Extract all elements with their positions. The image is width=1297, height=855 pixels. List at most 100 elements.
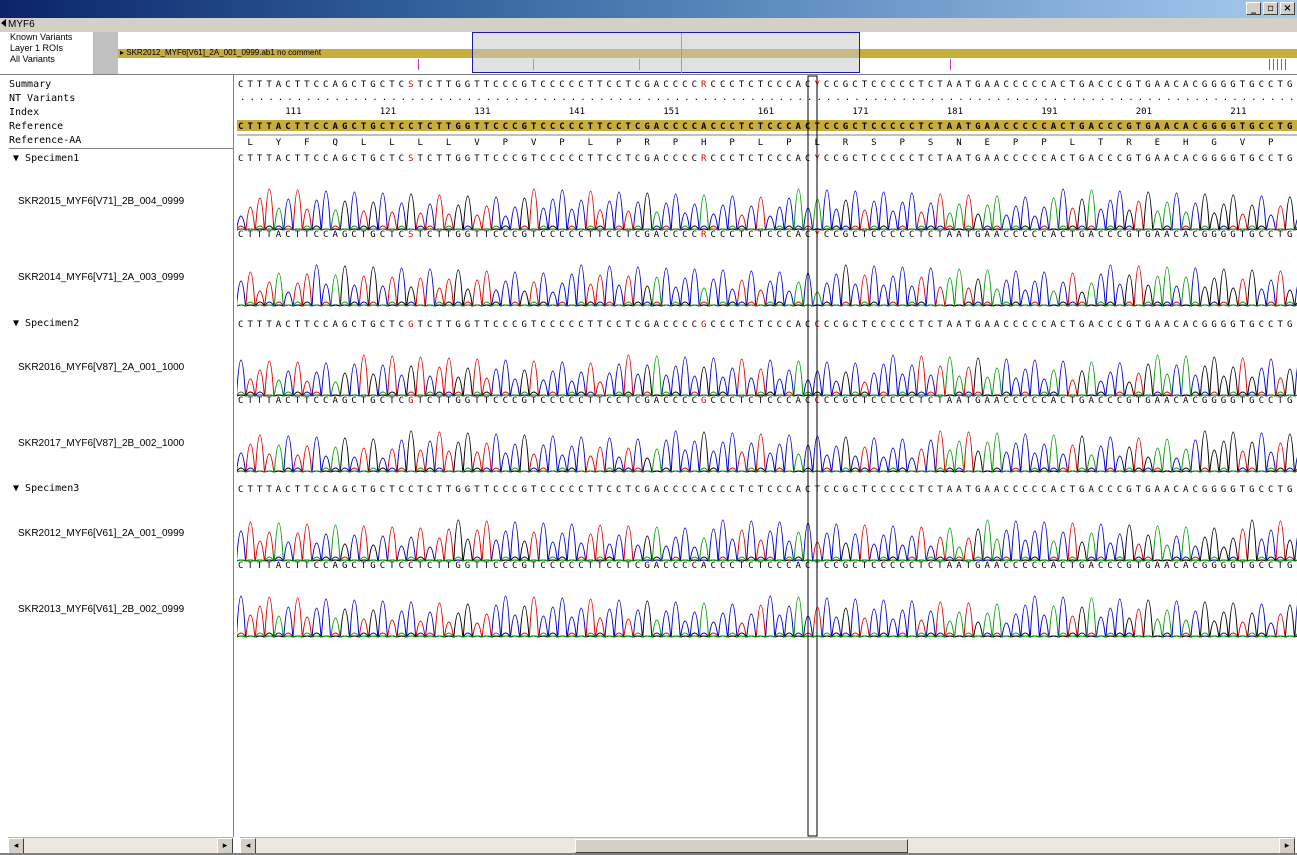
read-base: G xyxy=(1230,561,1235,571)
variant-tick[interactable] xyxy=(418,59,419,70)
read-base: G xyxy=(1221,396,1226,406)
nt-variant-dot: . xyxy=(335,93,340,103)
reference-base: T xyxy=(295,122,301,132)
overview-view-window[interactable] xyxy=(472,32,860,73)
specimen-header[interactable]: ▼ Specimen2 xyxy=(13,318,79,329)
read-base: C xyxy=(767,230,772,240)
summary-base: C xyxy=(314,80,319,90)
read-base: C xyxy=(890,485,895,495)
read-base: A xyxy=(1051,561,1057,571)
read-base: C xyxy=(578,396,583,406)
main-hscrollbar[interactable]: ◂ ▸ xyxy=(240,837,1295,854)
left-hscrollbar[interactable]: ◂ ▸ xyxy=(8,837,233,854)
scroll-left-button[interactable]: ◂ xyxy=(8,838,24,854)
read-base: C xyxy=(1259,320,1264,330)
sequence-view[interactable]: CTTTACTTCCAGCTGCTCSTCTTGGTTCCCGTCCCCCTTC… xyxy=(237,75,1297,837)
read-base: C xyxy=(503,485,508,495)
amino-acid: L xyxy=(418,138,423,148)
read-name[interactable]: SKR2012_MYF6[V61]_2A_001_0999 xyxy=(18,528,184,539)
read-base: C xyxy=(1117,396,1122,406)
read-base: G xyxy=(342,154,347,164)
read-base: C xyxy=(720,396,725,406)
read-base: C xyxy=(928,230,933,240)
read-base: T xyxy=(484,396,490,406)
read-base: A xyxy=(947,396,953,406)
restore-button[interactable]: ▫ xyxy=(1263,2,1278,15)
reference-base: G xyxy=(522,122,527,132)
variant-tick[interactable] xyxy=(950,59,951,70)
nt-variant-dot: . xyxy=(486,93,491,103)
reference-base: C xyxy=(1060,122,1065,132)
read-name[interactable]: SKR2013_MYF6[V61]_2B_002_0999 xyxy=(18,604,184,615)
collapse-arrow-icon[interactable] xyxy=(1,19,6,27)
read-base: C xyxy=(786,396,791,406)
read-base: G xyxy=(1287,230,1292,240)
variant-tick[interactable] xyxy=(1269,59,1270,70)
scroll-thumb[interactable] xyxy=(575,839,908,853)
close-button[interactable]: × xyxy=(1280,2,1295,15)
read-base: T xyxy=(597,230,603,240)
amino-acid: P xyxy=(1268,138,1274,148)
read-base: C xyxy=(1174,230,1179,240)
sequence-panel[interactable]: CTTTACTTCCAGCTGCTCSTCTTGGTTCCCGTCCCCCTTC… xyxy=(237,75,1297,837)
read-base: C xyxy=(729,230,734,240)
nt-variants-row-label: NT Variants xyxy=(9,93,76,104)
reference-base: G xyxy=(975,122,980,132)
scroll-right-button[interactable]: ▸ xyxy=(217,838,233,854)
read-base: C xyxy=(881,154,886,164)
read-name[interactable]: SKR2014_MYF6[V71]_2A_003_0999 xyxy=(18,272,184,283)
read-base: C xyxy=(314,396,319,406)
nt-variant-dot: . xyxy=(864,93,869,103)
read-name[interactable]: SKR2015_MYF6[V71]_2B_004_0999 xyxy=(18,196,184,207)
summary-base: C xyxy=(238,80,243,90)
read-base: T xyxy=(295,396,301,406)
scroll-left-button[interactable]: ◂ xyxy=(240,838,256,854)
read-base: C xyxy=(607,561,612,571)
read-base: C xyxy=(493,230,498,240)
summary-base: C xyxy=(720,80,725,90)
nt-variant-dot: . xyxy=(845,93,850,103)
read-base: T xyxy=(446,396,452,406)
scroll-right-button[interactable]: ▸ xyxy=(1279,838,1295,854)
nt-variant-dot: . xyxy=(353,93,358,103)
read-base: C xyxy=(569,396,574,406)
read-base: C xyxy=(1041,396,1046,406)
read-base: C xyxy=(881,485,886,495)
read-name[interactable]: SKR2017_MYF6[V87]_2B_002_1000 xyxy=(18,438,184,449)
nt-variant-dot: . xyxy=(325,93,330,103)
read-base: T xyxy=(758,230,764,240)
read-base: T xyxy=(758,396,764,406)
reference-aa-row-label: Reference-AA xyxy=(9,135,82,146)
reference-base: C xyxy=(871,122,876,132)
minimize-button[interactable]: _ xyxy=(1246,2,1261,15)
read-base: C xyxy=(824,320,829,330)
read-base: A xyxy=(985,396,991,406)
read-base: C xyxy=(682,485,687,495)
read-base: T xyxy=(918,154,924,164)
read-base: C xyxy=(399,230,404,240)
read-base: T xyxy=(247,561,253,571)
read-name[interactable]: SKR2016_MYF6[V87]_2A_001_1000 xyxy=(18,362,184,373)
summary-base: T xyxy=(625,80,631,90)
variant-tick[interactable] xyxy=(1281,59,1282,70)
reference-base: T xyxy=(361,122,367,132)
read-base: C xyxy=(1174,320,1179,330)
variant-tick[interactable] xyxy=(1277,59,1278,70)
summary-row-label: Summary xyxy=(9,79,52,90)
reference-base: A xyxy=(1089,122,1095,132)
amino-acid: T xyxy=(1098,138,1104,148)
variant-tick[interactable] xyxy=(1285,59,1286,70)
specimen-header[interactable]: ▼ Specimen3 xyxy=(13,483,79,494)
summary-base: R xyxy=(701,80,707,90)
specimen-header[interactable]: ▼ Specimen1 xyxy=(13,153,79,164)
variant-tick[interactable] xyxy=(1273,59,1274,70)
nt-variant-dot: . xyxy=(930,93,935,103)
amino-acid: P xyxy=(786,138,792,148)
read-base: T xyxy=(1278,320,1284,330)
read-base: G xyxy=(455,561,460,571)
read-base: G xyxy=(522,396,527,406)
read-base: C xyxy=(663,485,668,495)
read-base: A xyxy=(333,230,339,240)
read-base: T xyxy=(1240,320,1246,330)
nt-variant-dot: . xyxy=(694,93,699,103)
